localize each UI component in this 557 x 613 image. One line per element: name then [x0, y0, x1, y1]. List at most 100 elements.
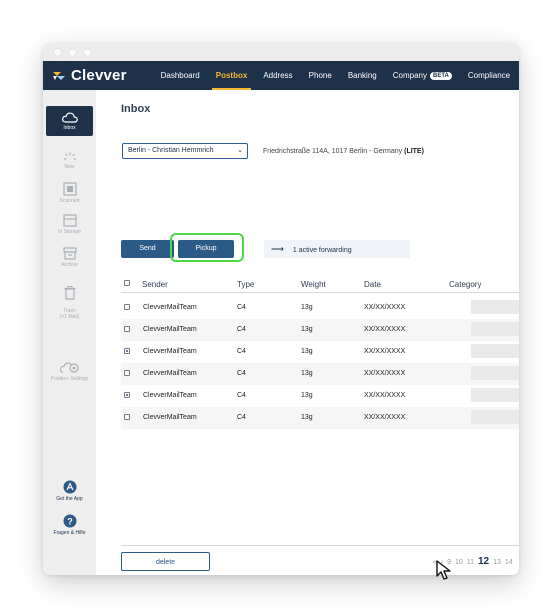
nav-postbox[interactable]: Postbox	[208, 61, 256, 90]
page-link[interactable]: 14	[505, 559, 513, 566]
nav-phone[interactable]: Phone	[301, 61, 340, 90]
page-link[interactable]: 10	[455, 559, 463, 566]
cell-type: C4	[237, 414, 246, 421]
location-address: Friedrichstraße 114A, 1017 Berlin - Germ…	[263, 148, 424, 155]
sidebar-item-new[interactable]: New	[46, 152, 93, 170]
cell-date: XX/XX/XXXX	[364, 414, 406, 421]
page-link[interactable]: 11	[467, 559, 474, 566]
sidebar-item-get-the-app[interactable]: Get the App	[46, 480, 93, 502]
location-select-value: Berlin - Christian Hemmrich	[128, 147, 214, 154]
cell-weight: 13g	[301, 370, 313, 377]
row-checkbox-checked[interactable]	[124, 348, 130, 354]
nav-company[interactable]: Company BETA	[385, 61, 460, 90]
nav-address[interactable]: Address	[255, 61, 300, 90]
row-checkbox[interactable]	[124, 414, 130, 420]
column-header-category[interactable]: Category	[449, 280, 481, 289]
window-chrome	[43, 43, 519, 61]
nav-label: Dashboard	[160, 71, 200, 80]
cell-sender: ClevverMailTeam	[143, 370, 197, 377]
scan-icon	[62, 182, 77, 196]
cell-type: C4	[237, 326, 246, 333]
nav-compliance[interactable]: Compliance	[460, 61, 518, 90]
main-nav: Dashboard Postbox Address Phone Banking …	[153, 61, 519, 90]
storage-icon	[62, 214, 77, 227]
bottom-divider	[121, 545, 519, 546]
row-checkbox[interactable]	[124, 326, 130, 332]
settings-cloud-icon	[59, 362, 79, 373]
column-header-weight[interactable]: Weight	[301, 280, 326, 289]
app-icon	[63, 480, 76, 494]
cell-category	[471, 388, 519, 402]
column-header-sender[interactable]: Sender	[142, 280, 168, 289]
nav-label: Phone	[308, 71, 332, 80]
cell-category	[471, 344, 519, 358]
address-text: Friedrichstraße 114A, 1017 Berlin - Germ…	[263, 148, 403, 155]
nav-banking[interactable]: Banking	[340, 61, 385, 90]
brand-logo[interactable]: Clevver	[51, 67, 127, 84]
cell-type: C4	[237, 348, 246, 355]
page-link-current[interactable]: 12	[478, 556, 489, 567]
cell-sender: ClevverMailTeam	[143, 414, 197, 421]
cell-type: C4	[237, 370, 246, 377]
sidebar: Inbox New Scanned In Storage Archive Tra…	[43, 90, 96, 575]
column-header-type[interactable]: Type	[237, 280, 254, 289]
forwarding-text: 1 active forwarding	[292, 247, 352, 254]
table-row[interactable]: ClevverMailTeam C4 13g XX/XX/XXXX	[121, 341, 519, 363]
app-window: Clevver Dashboard Postbox Address Phone …	[43, 43, 519, 575]
sidebar-item-help[interactable]: ? Fragen & Hilfe	[46, 514, 93, 536]
sidebar-item-label: New	[64, 164, 75, 170]
table-row[interactable]: ClevverMailTeam C4 13g XX/XX/XXXX	[121, 407, 519, 429]
top-navigation: Clevver Dashboard Postbox Address Phone …	[43, 61, 519, 90]
archive-icon	[62, 247, 77, 260]
sidebar-item-label: Get the App	[56, 496, 83, 502]
arrow-right-icon: ⟶	[271, 244, 284, 254]
sidebar-item-in-storage[interactable]: In Storage	[46, 214, 93, 235]
cell-category	[471, 366, 519, 380]
sidebar-item-archive[interactable]: Archive	[46, 247, 93, 268]
window-dot-close[interactable]	[53, 47, 62, 57]
sidebar-item-scanned[interactable]: Scanned	[46, 182, 93, 204]
cell-sender: ClevverMailTeam	[143, 348, 197, 355]
sidebar-item-label: Trash (>1 Mail)	[59, 308, 80, 320]
table-row[interactable]: ClevverMailTeam C4 13g XX/XX/XXXX	[121, 297, 519, 319]
table-header: Sender Type Weight Date Category	[121, 278, 519, 293]
help-icon: ?	[63, 514, 76, 528]
select-all-checkbox[interactable]	[124, 280, 130, 286]
sidebar-item-label: Fragen & Hilfe	[53, 530, 86, 536]
table-row[interactable]: ClevverMailTeam C4 13g XX/XX/XXXX	[121, 319, 519, 341]
cell-date: XX/XX/XXXX	[364, 304, 406, 311]
table-row[interactable]: ClevverMailTeam C4 13g XX/XX/XXXX	[121, 363, 519, 385]
nav-dashboard[interactable]: Dashboard	[153, 61, 208, 90]
pickup-button[interactable]: Pickup	[178, 240, 234, 258]
page-link[interactable]: 13	[493, 559, 501, 566]
sidebar-item-trash[interactable]: Trash (>1 Mail)	[46, 280, 93, 320]
window-dot-minimize[interactable]	[68, 47, 77, 57]
cell-sender: ClevverMailTeam	[143, 392, 197, 399]
row-checkbox-checked[interactable]	[124, 392, 130, 398]
sidebar-item-label: Archive	[61, 262, 78, 268]
cell-weight: 13g	[301, 414, 313, 421]
cell-type: C4	[237, 304, 246, 311]
plan-label: (LITE)	[404, 148, 424, 155]
delete-button[interactable]: delete	[121, 552, 210, 571]
trash-icon	[64, 286, 75, 300]
page-title: Inbox	[121, 103, 151, 115]
window-dot-maximize[interactable]	[83, 47, 92, 57]
column-header-date[interactable]: Date	[364, 280, 381, 289]
mouse-cursor-icon	[436, 560, 451, 580]
sidebar-item-inbox[interactable]: Inbox	[46, 106, 93, 136]
cell-category	[471, 410, 519, 424]
sidebar-item-label: Inbox	[63, 125, 76, 131]
cloud-icon	[61, 112, 78, 123]
active-forwarding-info[interactable]: ⟶ 1 active forwarding	[264, 240, 410, 258]
location-select[interactable]: Berlin - Christian Hemmrich ⌄	[122, 143, 248, 159]
row-checkbox[interactable]	[124, 304, 130, 310]
nav-label: Banking	[347, 71, 377, 80]
row-checkbox[interactable]	[124, 370, 130, 376]
table-row[interactable]: ClevverMailTeam C4 13g XX/XX/XXXX	[121, 385, 519, 407]
sidebar-item-postbox-settings[interactable]: Postbox Settings	[46, 358, 93, 382]
cell-weight: 13g	[301, 392, 313, 399]
cell-sender: ClevverMailTeam	[143, 304, 197, 311]
send-button[interactable]: Send	[121, 240, 174, 258]
cell-weight: 13g	[301, 348, 313, 355]
